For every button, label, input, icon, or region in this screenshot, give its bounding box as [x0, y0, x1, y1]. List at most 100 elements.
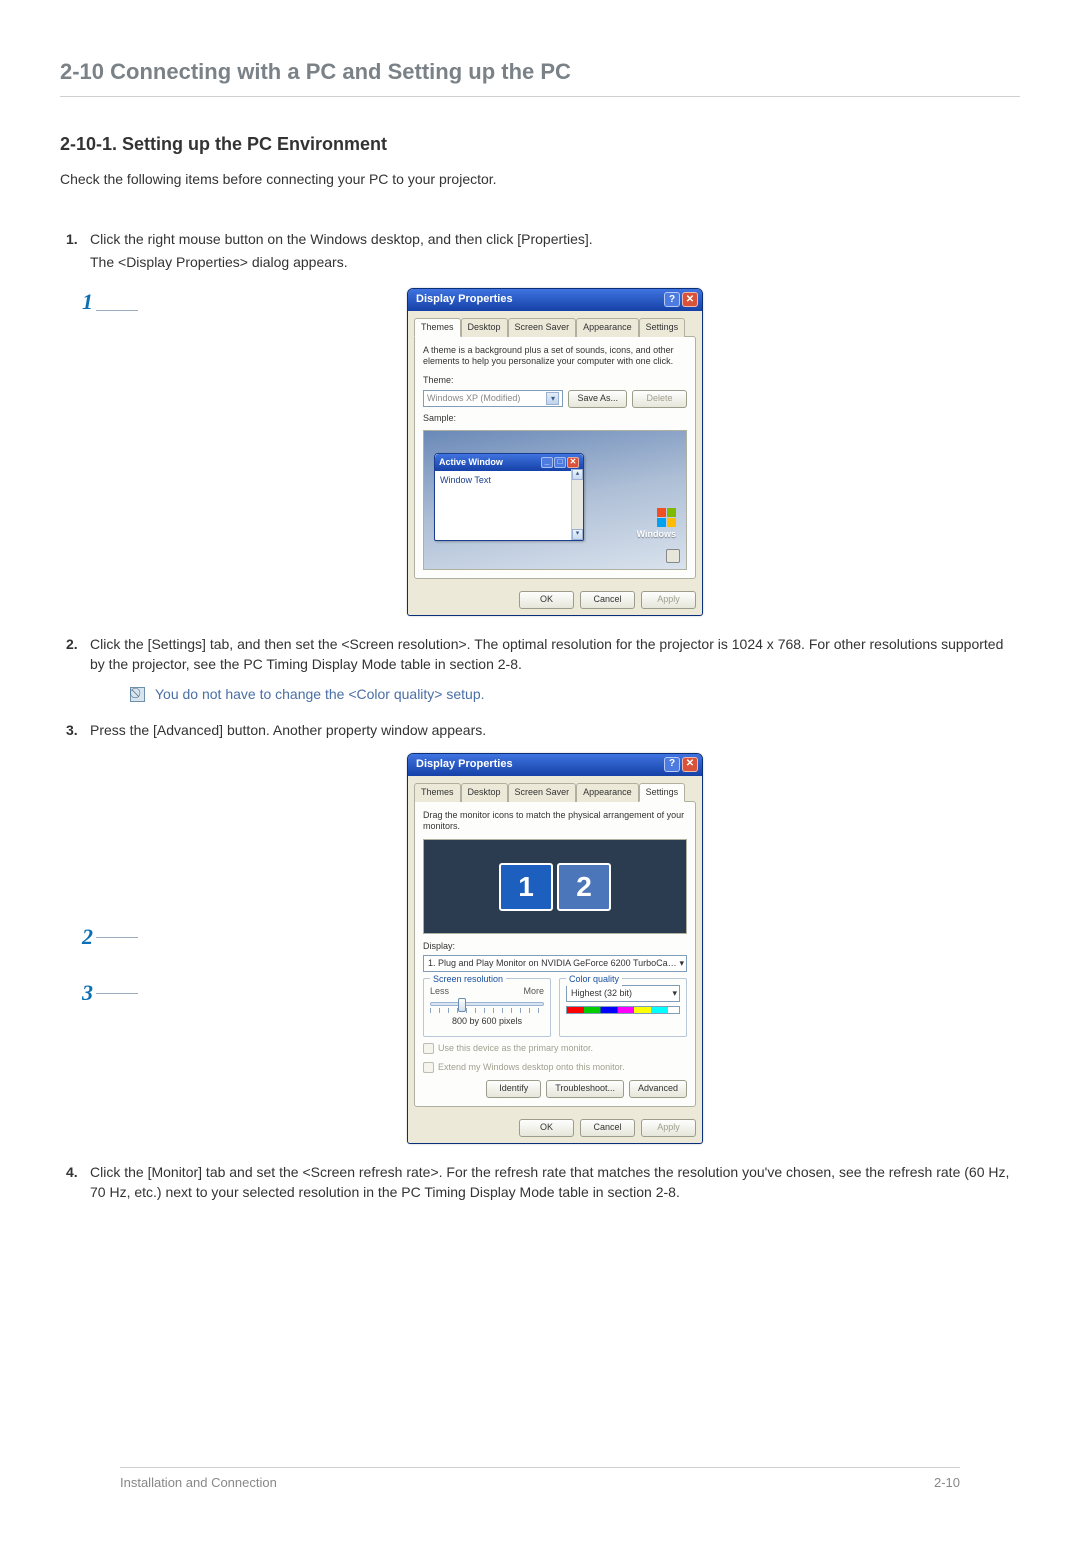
extend-desktop-label: Extend my Windows desktop onto this moni… — [438, 1061, 625, 1074]
monitor-1-icon[interactable]: 1 — [499, 863, 553, 911]
figure-1-wrap: 1 Display Properties ? ✕ Themes Desktop … — [90, 288, 1020, 616]
resolution-slider[interactable] — [430, 1002, 544, 1006]
dialog2-bottom: OK Cancel Apply — [408, 1113, 702, 1143]
tab-themes[interactable]: Themes — [414, 783, 461, 802]
help-icon[interactable]: ? — [664, 292, 680, 307]
monitor-2-icon[interactable]: 2 — [557, 863, 611, 911]
tab-themes[interactable]: Themes — [414, 318, 461, 337]
cancel-button[interactable]: Cancel — [580, 591, 635, 609]
theme-select-value: Windows XP (Modified) — [427, 392, 520, 405]
sample-scrollbar: ▴ ▾ — [571, 469, 583, 540]
advanced-button[interactable]: Advanced — [629, 1080, 687, 1098]
close-icon: ✕ — [567, 457, 579, 468]
display-properties-dialog-themes: Display Properties ? ✕ Themes Desktop Sc… — [407, 288, 703, 616]
step-4: Click the [Monitor] tab and set the <Scr… — [60, 1162, 1020, 1203]
step-1-text-b: The <Display Properties> dialog appears. — [90, 252, 1020, 272]
extend-desktop-row: Extend my Windows desktop onto this moni… — [423, 1061, 687, 1074]
chevron-down-icon: ▾ — [546, 392, 559, 405]
cancel-button[interactable]: Cancel — [580, 1119, 635, 1137]
windows-flag-icon — [657, 508, 676, 527]
footer-right: 2-10 — [934, 1474, 960, 1493]
slider-ticks — [430, 1008, 544, 1013]
apply-button[interactable]: Apply — [641, 591, 696, 609]
windows-brand-text: Windows — [637, 528, 676, 541]
primary-monitor-checkbox[interactable] — [423, 1043, 434, 1054]
identify-button[interactable]: Identify — [486, 1080, 541, 1098]
sample-label: Sample: — [423, 412, 687, 425]
recycle-bin-icon — [666, 549, 680, 563]
monitor-arrangement[interactable]: 1 2 — [423, 839, 687, 934]
ok-button[interactable]: OK — [519, 1119, 574, 1137]
dialog1-desc: A theme is a background plus a set of so… — [423, 345, 687, 367]
scroll-down-icon: ▾ — [572, 529, 583, 540]
chevron-down-icon: ▾ — [672, 987, 677, 1000]
dialog2-desc: Drag the monitor icons to match the phys… — [423, 810, 687, 832]
dialog1-title: Display Properties — [416, 292, 513, 308]
maximize-icon: □ — [554, 457, 566, 468]
step-3: Press the [Advanced] button. Another pro… — [60, 720, 1020, 1143]
step-4-text: Click the [Monitor] tab and set the <Scr… — [90, 1164, 1009, 1200]
chevron-down-icon: ▾ — [679, 957, 684, 970]
page-footer: Installation and Connection 2-10 — [120, 1467, 960, 1493]
sample-active-window: Active Window _ □ ✕ Window Text ▴ — [434, 453, 584, 541]
tab-desktop[interactable]: Desktop — [461, 783, 508, 802]
dialog1-bottom: OK Cancel Apply — [408, 585, 702, 615]
troubleshoot-button[interactable]: Troubleshoot... — [546, 1080, 624, 1098]
apply-button[interactable]: Apply — [641, 1119, 696, 1137]
callout-1: 1 — [82, 286, 93, 318]
dialog1-panel: A theme is a background plus a set of so… — [414, 336, 696, 579]
note-row: ⃠ You do not have to change the <Color q… — [130, 684, 1020, 704]
step-1-text-a: Click the right mouse button on the Wind… — [90, 229, 1020, 249]
screen-resolution-group: Screen resolution Less More 800 by 600 p… — [423, 978, 551, 1037]
delete-button[interactable]: Delete — [632, 390, 687, 408]
tab-settings[interactable]: Settings — [639, 783, 686, 802]
less-label: Less — [430, 985, 449, 998]
step-2-text: Click the [Settings] tab, and then set t… — [90, 636, 1003, 672]
windows-brand: Windows — [637, 508, 676, 541]
callout-3-line — [96, 993, 138, 994]
scroll-up-icon: ▴ — [572, 469, 583, 480]
dialog2-panel: Drag the monitor icons to match the phys… — [414, 801, 696, 1107]
display-select[interactable]: 1. Plug and Play Monitor on NVIDIA GeFor… — [423, 955, 687, 972]
color-quality-group: Color quality Highest (32 bit) ▾ — [559, 978, 687, 1037]
tab-screensaver[interactable]: Screen Saver — [508, 318, 577, 337]
sub-heading: 2-10-1. Setting up the PC Environment — [60, 131, 1020, 157]
identify-row: Identify Troubleshoot... Advanced — [423, 1080, 687, 1098]
color-preview-bar — [566, 1006, 680, 1014]
dialog2-title: Display Properties — [416, 757, 513, 773]
dialog2-tabs: Themes Desktop Screen Saver Appearance S… — [408, 776, 702, 801]
step-1: Click the right mouse button on the Wind… — [60, 229, 1020, 615]
close-icon[interactable]: ✕ — [682, 757, 698, 772]
tab-settings[interactable]: Settings — [639, 318, 686, 337]
dialog1-titlebar[interactable]: Display Properties ? ✕ — [408, 289, 702, 311]
note-icon: ⃠ — [130, 687, 145, 702]
tab-desktop[interactable]: Desktop — [461, 318, 508, 337]
tab-appearance[interactable]: Appearance — [576, 318, 639, 337]
save-as-button[interactable]: Save As... — [568, 390, 627, 408]
theme-select[interactable]: Windows XP (Modified) ▾ — [423, 390, 563, 407]
dialog2-titlebar[interactable]: Display Properties ? ✕ — [408, 754, 702, 776]
dialog1-tabs: Themes Desktop Screen Saver Appearance S… — [408, 311, 702, 336]
intro-text: Check the following items before connect… — [60, 169, 1020, 189]
slider-handle[interactable] — [458, 998, 466, 1012]
footer-left: Installation and Connection — [120, 1474, 277, 1493]
sample-window-title: Active Window — [439, 456, 503, 469]
resolution-value: 800 by 600 pixels — [430, 1015, 544, 1028]
close-icon[interactable]: ✕ — [682, 292, 698, 307]
display-select-value: 1. Plug and Play Monitor on NVIDIA GeFor… — [428, 957, 679, 970]
display-label: Display: — [423, 940, 687, 953]
tab-screensaver[interactable]: Screen Saver — [508, 783, 577, 802]
callout-3: 3 — [82, 977, 93, 1009]
tab-appearance[interactable]: Appearance — [576, 783, 639, 802]
figure-2-wrap: 2 3 Display Properties ? ✕ Themes Deskto… — [90, 753, 1020, 1144]
color-quality-select[interactable]: Highest (32 bit) ▾ — [566, 985, 680, 1002]
step-3-text: Press the [Advanced] button. Another pro… — [90, 722, 486, 738]
step-2: Click the [Settings] tab, and then set t… — [60, 634, 1020, 705]
color-quality-legend: Color quality — [566, 973, 622, 986]
sample-window-text: Window Text — [435, 471, 583, 490]
ok-button[interactable]: OK — [519, 591, 574, 609]
extend-desktop-checkbox[interactable] — [423, 1062, 434, 1073]
color-quality-value: Highest (32 bit) — [571, 987, 632, 1000]
help-icon[interactable]: ? — [664, 757, 680, 772]
more-label: More — [523, 985, 544, 998]
